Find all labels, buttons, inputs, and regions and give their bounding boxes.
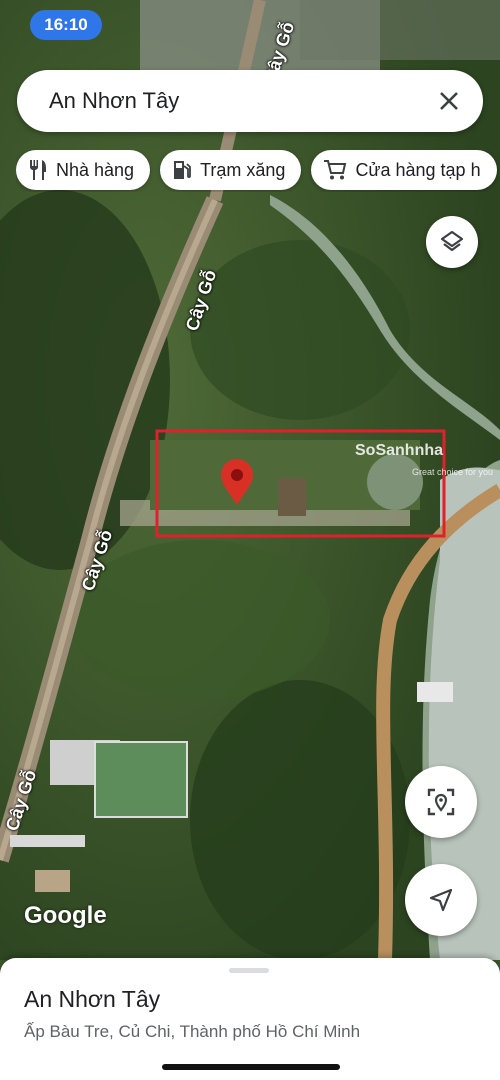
google-attribution: Google — [24, 902, 107, 929]
place-address: Ấp Bàu Tre, Củ Chi, Thành phố Hồ Chí Min… — [24, 1022, 361, 1041]
search-bar[interactable]: An Nhơn Tây — [17, 70, 483, 132]
restaurant-icon — [30, 160, 46, 180]
place-bottom-sheet[interactable]: An Nhơn Tây Ấp Bàu Tre, Củ Chi, Thành ph… — [0, 958, 500, 1080]
chip-label: Nhà hàng — [56, 159, 135, 180]
close-icon — [440, 92, 458, 110]
chip-label: Trạm xăng — [200, 159, 286, 180]
place-title: An Nhơn Tây — [24, 986, 161, 1012]
navigation-arrow-icon — [429, 888, 453, 912]
chip-restaurants[interactable]: Nhà hàng — [16, 150, 151, 190]
search-query[interactable]: An Nhơn Tây — [49, 88, 425, 114]
status-time: 16:10 — [30, 10, 102, 40]
my-location-button[interactable] — [405, 766, 477, 838]
layers-icon — [440, 230, 464, 252]
chip-grocery[interactable]: Cửa hàng tạp h — [311, 150, 497, 190]
cart-icon — [324, 160, 347, 180]
close-button[interactable] — [425, 77, 473, 125]
chip-label: Cửa hàng tạp h — [355, 159, 481, 180]
watermark-subtitle: Great choice for you — [412, 467, 494, 477]
my-location-icon — [427, 788, 455, 816]
home-indicator[interactable] — [162, 1064, 340, 1070]
sheet-drag-handle[interactable] — [229, 968, 269, 973]
layers-button[interactable] — [426, 216, 478, 268]
category-chips: Nhà hàng Trạm xăng Cửa hàng tạp h — [16, 150, 500, 192]
chip-gas-stations[interactable]: Trạm xăng — [160, 150, 302, 190]
directions-button[interactable] — [405, 864, 477, 936]
watermark: SoSanhnha — [355, 442, 444, 459]
gas-station-icon — [174, 161, 191, 179]
